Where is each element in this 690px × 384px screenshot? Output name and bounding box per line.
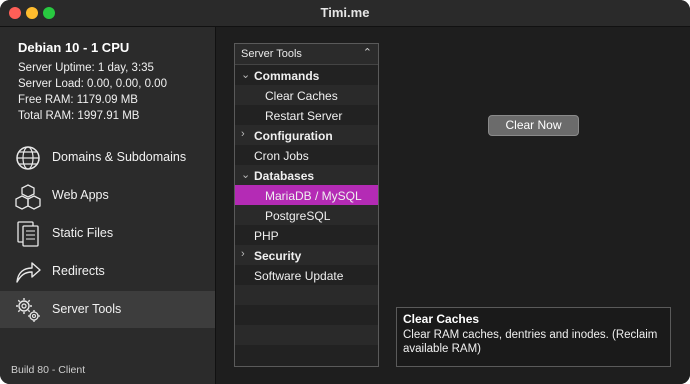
gears-icon — [16, 298, 40, 322]
description-title: Clear Caches — [403, 312, 480, 326]
server-uptime: Server Uptime: 1 day, 3:35 — [18, 62, 154, 74]
outline-header[interactable]: Server Tools ⌃ — [235, 44, 378, 65]
outline-item-php[interactable]: PHP — [235, 225, 378, 245]
sidebar: Debian 10 - 1 CPU Server Uptime: 1 day, … — [0, 27, 216, 384]
server-name: Debian 10 - 1 CPU — [18, 40, 130, 55]
window-title: Timi.me — [320, 5, 370, 20]
outline-empty-row — [235, 345, 378, 365]
sidebar-item-label: Server Tools — [52, 302, 122, 316]
outline-row-label: PHP — [254, 229, 279, 243]
sidebar-item-static-files[interactable]: Static Files — [0, 215, 215, 252]
clear-now-button[interactable]: Clear Now — [488, 115, 579, 136]
chevron-down-icon[interactable]: ⌄ — [241, 68, 250, 81]
outline-item-restart-server[interactable]: Restart Server — [235, 105, 378, 125]
outline-empty-row — [235, 325, 378, 345]
sidebar-item-label: Static Files — [52, 226, 114, 240]
title-bar: Timi.me — [0, 0, 690, 27]
outline-group-databases[interactable]: ⌄ Databases — [235, 165, 378, 185]
outline-row-label: Software Update — [254, 269, 344, 283]
outline-row-label: Configuration — [254, 129, 333, 143]
server-tools-outline[interactable]: Server Tools ⌃ ⌄ Commands Clear Caches R… — [234, 43, 379, 367]
server-load: Server Load: 0.00, 0.00, 0.00 — [18, 78, 167, 90]
sidebar-item-label: Redirects — [52, 264, 105, 278]
outline-row-label: Clear Caches — [265, 89, 338, 103]
chevron-right-icon[interactable]: › — [241, 248, 245, 260]
chevron-right-icon[interactable]: › — [241, 128, 245, 140]
description-text: Clear RAM caches, dentries and inodes. (… — [403, 329, 658, 355]
chevron-down-icon[interactable]: ⌄ — [241, 168, 250, 181]
documents-icon — [17, 221, 39, 247]
outline-group-security[interactable]: › Security — [235, 245, 378, 265]
outline-row-label: Cron Jobs — [254, 149, 309, 163]
main-content: Server Tools ⌃ ⌄ Commands Clear Caches R… — [216, 27, 690, 384]
outline-item-postgresql[interactable]: PostgreSQL — [235, 205, 378, 225]
outline-row-label: Security — [254, 249, 302, 263]
redirect-arrow-icon — [16, 262, 41, 283]
app-window: Timi.me Debian 10 - 1 CPU Server Uptime:… — [0, 0, 690, 384]
outline-row-label: Commands — [254, 69, 320, 83]
outline-item-software-update[interactable]: Software Update — [235, 265, 378, 285]
chevron-up-icon[interactable]: ⌃ — [363, 46, 372, 59]
outline-group-configuration[interactable]: › Configuration — [235, 125, 378, 145]
outline-item-clear-caches[interactable]: Clear Caches — [235, 85, 378, 105]
outline-item-mariadb-mysql[interactable]: MariaDB / MySQL — [235, 185, 378, 205]
sidebar-item-label: Web Apps — [52, 188, 109, 202]
outline-row-label: Databases — [254, 169, 315, 183]
outline-row-label: Restart Server — [265, 109, 343, 123]
outline-header-label: Server Tools — [241, 48, 302, 60]
outline-group-commands[interactable]: ⌄ Commands — [235, 65, 378, 85]
build-info: Build 80 - Client — [11, 364, 86, 376]
globe-icon — [16, 146, 40, 170]
outline-empty-row — [235, 305, 378, 325]
free-ram: Free RAM: 1179.09 MB — [18, 94, 138, 106]
outline-row-label: PostgreSQL — [265, 209, 331, 223]
description-panel: Clear Caches Clear RAM caches, dentries … — [396, 307, 671, 367]
sidebar-item-web-apps[interactable]: Web Apps — [0, 177, 215, 214]
sidebar-item-label: Domains & Subdomains — [52, 150, 187, 164]
outline-empty-row — [235, 285, 378, 305]
sidebar-item-domains[interactable]: Domains & Subdomains — [0, 139, 215, 176]
outline-row-label: MariaDB / MySQL — [265, 189, 362, 203]
outline-item-cron-jobs[interactable]: Cron Jobs — [235, 145, 378, 165]
cubes-icon — [15, 184, 41, 210]
total-ram: Total RAM: 1997.91 MB — [18, 110, 140, 122]
sidebar-item-server-tools[interactable]: Server Tools — [0, 291, 215, 328]
sidebar-item-redirects[interactable]: Redirects — [0, 253, 215, 290]
